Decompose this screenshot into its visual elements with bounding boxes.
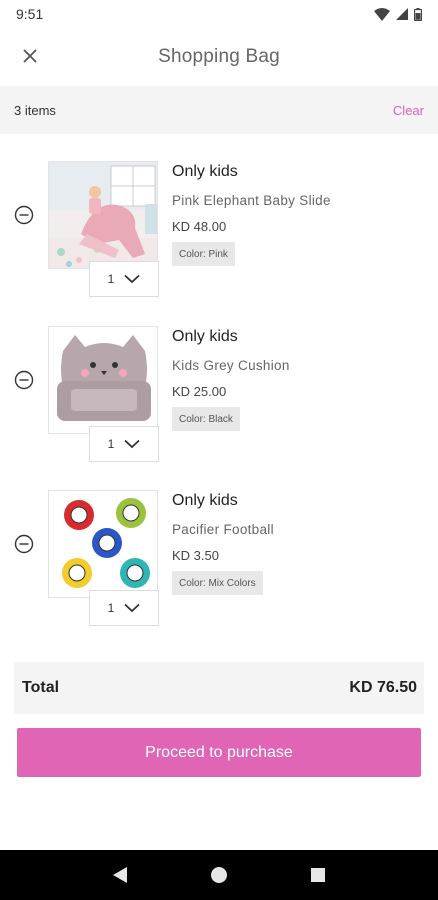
- cart-item: 1 Only kids Kids Grey Cushion KD 25.00 C…: [0, 326, 438, 476]
- back-icon: [112, 867, 127, 883]
- status-icons: [374, 7, 422, 21]
- cart-item: 1 Only kids Pink Elephant Baby Slide KD …: [0, 161, 438, 311]
- back-button[interactable]: [100, 855, 140, 895]
- navigation-bar: [0, 850, 438, 900]
- remove-item-icon[interactable]: [14, 534, 34, 554]
- cart-item: 1 Only kids Pacifier Football KD 3.50 Co…: [0, 490, 438, 640]
- quantity-value: 1: [107, 437, 115, 451]
- home-button[interactable]: [199, 855, 239, 895]
- product-name[interactable]: Pink Elephant Baby Slide: [172, 193, 331, 208]
- product-brand: Only kids: [172, 492, 238, 509]
- close-button[interactable]: [14, 40, 46, 72]
- product-price: KD 3.50: [172, 548, 219, 563]
- quantity-select[interactable]: 1: [89, 426, 159, 462]
- status-bar: 9:51: [0, 0, 438, 28]
- product-name[interactable]: Pacifier Football: [172, 522, 274, 537]
- quantity-value: 1: [107, 272, 115, 286]
- color-badge: Color: Pink: [172, 242, 235, 266]
- quantity-select[interactable]: 1: [89, 261, 159, 297]
- product-price: KD 48.00: [172, 219, 227, 234]
- header: Shopping Bag: [0, 28, 438, 86]
- wifi-icon: [374, 7, 390, 21]
- total-label: Total: [22, 679, 60, 696]
- product-image[interactable]: [48, 326, 158, 434]
- proceed-to-purchase-button[interactable]: Proceed to purchase: [17, 728, 421, 777]
- recents-button[interactable]: [298, 855, 338, 895]
- product-brand: Only kids: [172, 163, 238, 180]
- items-bar: 3 items Clear: [0, 86, 438, 134]
- page-title: Shopping Bag: [158, 46, 280, 67]
- signal-icon: [396, 8, 408, 20]
- product-image[interactable]: [48, 490, 158, 598]
- items-count: 3 items: [14, 102, 56, 118]
- recents-icon: [311, 868, 326, 882]
- quantity-select[interactable]: 1: [89, 590, 159, 626]
- chevron-down-icon: [124, 274, 140, 284]
- status-time: 9:51: [16, 6, 44, 22]
- product-image[interactable]: [48, 161, 158, 269]
- remove-item-icon[interactable]: [14, 205, 34, 225]
- battery-icon: [414, 7, 422, 21]
- total-value: KD 76.50: [349, 679, 417, 696]
- clear-button[interactable]: Clear: [393, 103, 424, 118]
- remove-item-icon[interactable]: [14, 370, 34, 390]
- color-badge: Color: Black: [172, 407, 240, 431]
- home-icon: [210, 867, 227, 883]
- quantity-value: 1: [107, 601, 115, 615]
- chevron-down-icon: [124, 603, 140, 613]
- total-bar: Total KD 76.50: [14, 662, 424, 714]
- product-name[interactable]: Kids Grey Cushion: [172, 358, 290, 373]
- color-badge: Color: Mix Colors: [172, 571, 263, 595]
- chevron-down-icon: [124, 439, 140, 449]
- product-price: KD 25.00: [172, 384, 227, 399]
- product-brand: Only kids: [172, 328, 238, 345]
- close-icon: [23, 49, 37, 63]
